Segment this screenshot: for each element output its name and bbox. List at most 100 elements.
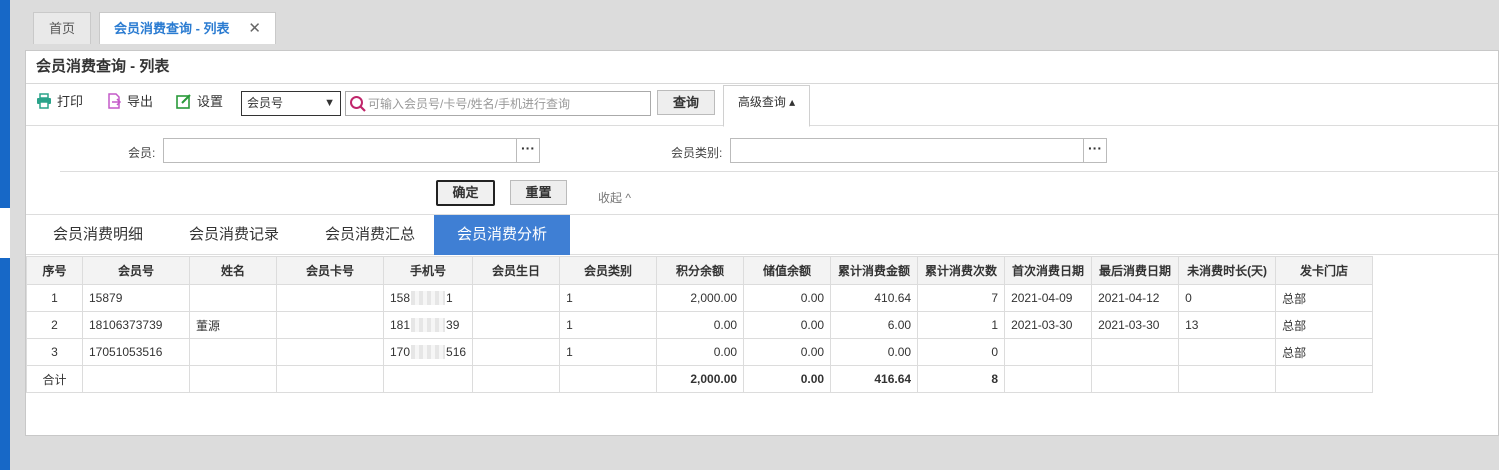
cell-no: 2	[26, 311, 83, 339]
cell-total-amount: 6.00	[830, 311, 919, 339]
query-button[interactable]: 查询	[657, 90, 715, 115]
table-total-row: 合计 2,000.00 0.00 416.64 8	[26, 365, 1374, 393]
search-icon	[350, 96, 366, 112]
member-type-field[interactable]: ···	[730, 138, 1107, 163]
chevron-down-icon: ▼	[324, 97, 335, 109]
redacted-mask	[411, 345, 446, 360]
column-header[interactable]: 积分余额	[656, 256, 745, 285]
empty-cell	[472, 365, 561, 393]
table-row[interactable]: 1 15879 158 1 1 2,000.00 0.00 410.64 7 20…	[26, 284, 1374, 312]
tab-consumption-records[interactable]: 会员消费记录	[170, 215, 298, 255]
more-icon[interactable]: ···	[1083, 139, 1106, 162]
cell-stored: 0.00	[743, 311, 832, 339]
data-table: 序号 会员号 姓名 会员卡号 手机号 会员生日 会员类别 积分余额 储值余额 累…	[26, 256, 1374, 393]
empty-cell	[189, 365, 277, 393]
advanced-query-button[interactable]: 高级查询 ▴	[723, 85, 810, 127]
cell-last-date	[1091, 338, 1180, 366]
search-field-select[interactable]: 会员号 ▼	[241, 91, 341, 116]
cell-birthday	[472, 338, 561, 366]
select-value: 会员号	[247, 96, 284, 110]
empty-cell	[559, 365, 658, 393]
tab-consumption-summary[interactable]: 会员消费汇总	[306, 215, 434, 255]
empty-cell	[1091, 365, 1180, 393]
confirm-button[interactable]: 确定	[436, 180, 495, 206]
cell-points: 0.00	[656, 311, 745, 339]
column-header[interactable]: 会员类别	[559, 256, 658, 285]
total-points: 2,000.00	[656, 365, 745, 393]
cell-name	[189, 284, 277, 312]
search-input[interactable]	[368, 94, 646, 113]
cell-type: 1	[559, 284, 658, 312]
cell-name: 董源	[189, 311, 277, 339]
cell-card	[276, 338, 384, 366]
cell-birthday	[472, 311, 561, 339]
tab-consumption-detail[interactable]: 会员消费明细	[34, 215, 162, 255]
cell-total-count: 0	[917, 338, 1006, 366]
phone-prefix: 181	[390, 317, 411, 332]
column-header[interactable]: 储值余额	[743, 256, 832, 285]
column-header[interactable]: 序号	[26, 256, 83, 285]
cell-name	[189, 338, 277, 366]
cell-idle-days: 13	[1178, 311, 1277, 339]
tab-label: 会员消费查询 - 列表	[114, 21, 230, 36]
export-icon	[108, 93, 122, 109]
settings-label: 设置	[197, 94, 224, 109]
member-label: 会员:	[128, 146, 156, 160]
cell-points: 2,000.00	[656, 284, 745, 312]
column-header[interactable]: 发卡门店	[1275, 256, 1374, 285]
column-header[interactable]: 会员卡号	[276, 256, 384, 285]
cell-phone: 158 1	[382, 284, 474, 312]
cell-member-no: 17051053516	[82, 338, 190, 366]
cell-card	[276, 284, 384, 312]
column-header[interactable]: 未消费时长(天)	[1178, 256, 1277, 285]
table-row[interactable]: 2 18106373739 董源 181 39 1 0.00 0.00 6.00 …	[26, 311, 1374, 339]
table-header-row: 序号 会员号 姓名 会员卡号 手机号 会员生日 会员类别 积分余额 储值余额 累…	[26, 256, 1374, 285]
phone-suffix: 516	[446, 344, 467, 359]
more-icon[interactable]: ···	[516, 139, 539, 162]
cell-last-date: 2021-04-12	[1091, 284, 1180, 312]
reset-button[interactable]: 重置	[510, 180, 567, 205]
empty-cell	[1004, 365, 1093, 393]
cell-total-count: 1	[917, 311, 1006, 339]
cell-member-no: 18106373739	[82, 311, 190, 339]
search-box	[345, 91, 651, 116]
column-header[interactable]: 姓名	[189, 256, 277, 285]
export-label: 导出	[127, 94, 154, 109]
cell-stored: 0.00	[743, 284, 832, 312]
cell-first-date	[1004, 338, 1093, 366]
cell-idle-days	[1178, 338, 1277, 366]
cell-birthday	[472, 284, 561, 312]
cell-first-date: 2021-03-30	[1004, 311, 1093, 339]
column-header[interactable]: 会员生日	[472, 256, 561, 285]
column-header[interactable]: 累计消费次数	[917, 256, 1006, 285]
cell-member-no: 15879	[82, 284, 190, 312]
close-icon[interactable]: ✕	[248, 13, 261, 45]
tab-consumption-analysis[interactable]: 会员消费分析	[434, 215, 570, 255]
print-label: 打印	[57, 94, 84, 109]
column-header[interactable]: 会员号	[82, 256, 190, 285]
column-header[interactable]: 手机号	[382, 256, 474, 285]
tab-member-consumption-list[interactable]: 会员消费查询 - 列表 ✕	[99, 12, 276, 44]
cell-total-amount: 410.64	[830, 284, 919, 312]
table-row[interactable]: 3 17051053516 170 516 1 0.00 0.00 0.00 0 …	[26, 338, 1374, 366]
member-field[interactable]: ···	[163, 138, 540, 163]
empty-cell	[276, 365, 384, 393]
cell-no: 3	[26, 338, 83, 366]
empty-cell	[1178, 365, 1277, 393]
empty-cell	[82, 365, 190, 393]
cell-total-count: 7	[917, 284, 1006, 312]
cell-phone: 181 39	[382, 311, 474, 339]
column-header[interactable]: 累计消费金额	[830, 256, 919, 285]
cell-last-date: 2021-03-30	[1091, 311, 1180, 339]
phone-suffix: 1	[446, 290, 453, 305]
cell-phone: 170 516	[382, 338, 474, 366]
left-edge-strip	[0, 0, 10, 470]
tab-home[interactable]: 首页	[33, 12, 91, 44]
cell-first-date: 2021-04-09	[1004, 284, 1093, 312]
toolbar: 打印 导出 设置 会员号 ▼ 查询 高级	[26, 84, 1498, 127]
member-type-label: 会员类别:	[671, 146, 723, 160]
column-header[interactable]: 首次消费日期	[1004, 256, 1093, 285]
column-header[interactable]: 最后消费日期	[1091, 256, 1180, 285]
main-panel: 会员消费查询 - 列表 打印 导出 设置 会员号 ▼ 可输入会员号/卡号/姓名/…	[25, 50, 1499, 436]
collapse-link[interactable]: 收起 ^	[598, 189, 631, 206]
